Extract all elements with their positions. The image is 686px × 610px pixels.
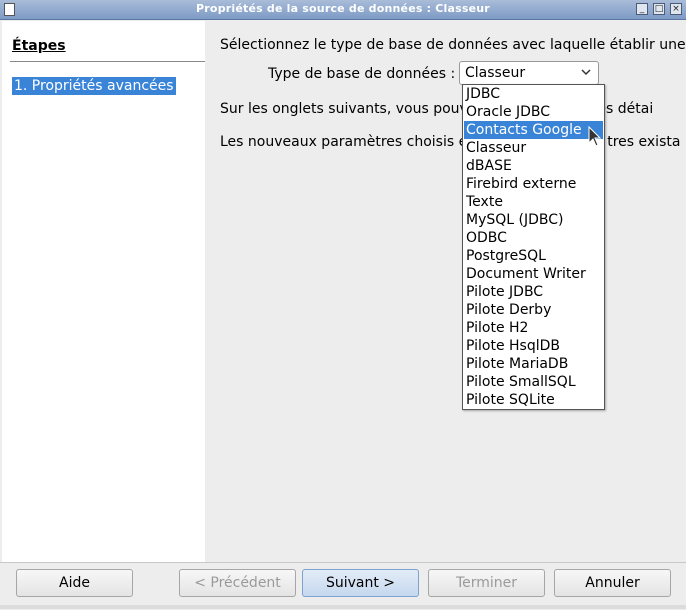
new-settings-left: Les nouveaux paramètres choisis é xyxy=(220,134,468,150)
tabs-info-left: Sur les onglets suivants, vous pouve xyxy=(220,101,477,117)
dropdown-option[interactable]: dBASE xyxy=(464,157,603,175)
dropdown-option[interactable]: ODBC xyxy=(464,229,603,247)
steps-sidebar: Étapes 1. Propriétés avancées xyxy=(2,21,205,562)
db-type-label: Type de base de données : xyxy=(268,66,456,82)
db-type-value: Classeur xyxy=(465,65,526,81)
dropdown-option[interactable]: Pilote MariaDB xyxy=(464,355,603,373)
maximize-button[interactable]: □ xyxy=(653,3,665,15)
finish-button[interactable]: Terminer xyxy=(428,569,545,597)
window-bottom-edge xyxy=(0,605,686,609)
db-type-dropdown-list[interactable]: JDBC Oracle JDBC Contacts Google Classeu… xyxy=(462,84,605,410)
dropdown-option[interactable]: Oracle JDBC xyxy=(464,103,603,121)
dropdown-option-highlighted[interactable]: Contacts Google xyxy=(464,121,603,139)
previous-button[interactable]: < Précédent xyxy=(179,569,296,597)
dropdown-option[interactable]: Document Writer xyxy=(464,265,603,283)
dropdown-option[interactable]: Classeur xyxy=(464,139,603,157)
mouse-cursor-icon xyxy=(588,126,602,147)
dropdown-option[interactable]: MySQL (JDBC) xyxy=(464,211,603,229)
dropdown-option[interactable]: Texte xyxy=(464,193,603,211)
dropdown-option[interactable]: PostgreSQL xyxy=(464,247,603,265)
intro-text: Sélectionnez le type de base de données … xyxy=(220,37,686,53)
step-advanced-properties[interactable]: 1. Propriétés avancées xyxy=(12,77,176,95)
dropdown-option[interactable]: Pilote HsqlDB xyxy=(464,337,603,355)
steps-divider xyxy=(10,61,205,62)
dropdown-option[interactable]: Pilote Derby xyxy=(464,301,603,319)
window-title: Propriétés de la source de données : Cla… xyxy=(196,2,490,15)
new-settings-right: tres exista xyxy=(607,134,681,150)
dropdown-option[interactable]: Pilote SQLite xyxy=(464,391,603,409)
close-button[interactable]: × xyxy=(670,3,682,15)
main-panel: Sélectionnez le type de base de données … xyxy=(205,21,686,562)
button-bar: Aide < Précédent Suivant > Terminer Annu… xyxy=(0,562,686,610)
db-type-combobox[interactable]: Classeur xyxy=(459,61,599,85)
dropdown-option[interactable]: Pilote JDBC xyxy=(464,283,603,301)
steps-title: Étapes xyxy=(12,38,66,54)
dropdown-option[interactable]: Pilote SmallSQL xyxy=(464,373,603,391)
chevron-down-icon[interactable] xyxy=(580,64,592,83)
dropdown-option[interactable]: Pilote H2 xyxy=(464,319,603,337)
new-settings-text: Les nouveaux paramètres choisis é tres ex… xyxy=(220,134,680,150)
next-button[interactable]: Suivant > xyxy=(302,569,419,597)
title-bar: Propriétés de la source de données : Cla… xyxy=(0,0,686,20)
dropdown-option[interactable]: Firebird externe xyxy=(464,175,603,193)
cancel-button[interactable]: Annuler xyxy=(554,569,671,597)
dropdown-option[interactable]: JDBC xyxy=(464,85,603,103)
help-button[interactable]: Aide xyxy=(16,569,133,597)
minimize-button[interactable]: _ xyxy=(636,3,648,15)
